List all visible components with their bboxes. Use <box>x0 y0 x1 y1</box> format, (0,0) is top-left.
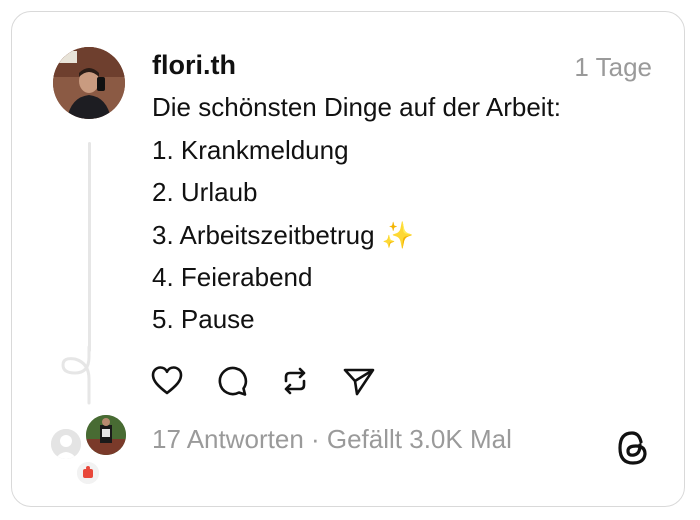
thread-loop <box>61 345 91 405</box>
post-text-line: 4. Feierabend <box>152 262 313 292</box>
reply-avatar[interactable] <box>77 462 99 484</box>
post-text-line: 3. Arbeitszeitbetrug ✨ <box>152 220 415 250</box>
post-text-line: 2. Urlaub <box>152 177 258 207</box>
comment-icon[interactable] <box>215 364 249 398</box>
repost-icon[interactable] <box>278 364 312 398</box>
heart-icon[interactable] <box>150 364 184 398</box>
reply-avatar[interactable] <box>51 429 81 459</box>
post-text-line: Die schönsten Dinge auf der Arbeit: <box>152 92 562 122</box>
author-avatar[interactable] <box>53 47 125 119</box>
avatar-photo <box>86 415 126 455</box>
default-user-icon <box>51 429 81 459</box>
username[interactable]: flori.th <box>152 50 236 81</box>
avatar-photo <box>77 462 99 484</box>
timestamp: 1 Tage <box>574 52 652 82</box>
post-text-line: 5. Pause <box>152 304 255 334</box>
share-icon[interactable] <box>342 364 376 398</box>
post-text-line: 1. Krankmeldung <box>152 135 349 165</box>
reply-avatar[interactable] <box>86 415 126 455</box>
post-stats[interactable]: 17 Antworten · Gefällt 3.0K Mal <box>152 424 512 455</box>
threads-logo-icon[interactable] <box>614 428 652 468</box>
thread-line <box>88 142 91 352</box>
avatar-photo <box>53 47 125 119</box>
